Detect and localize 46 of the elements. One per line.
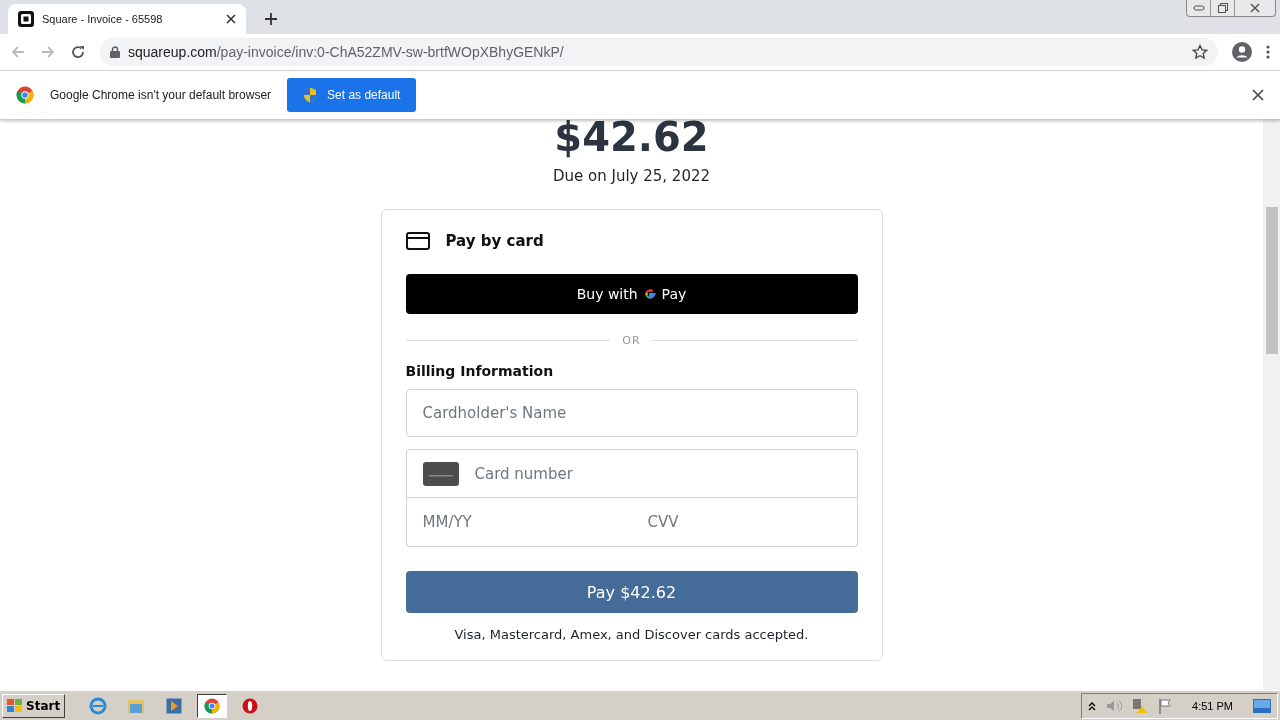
cardholder-name-field[interactable]: Cardholder's Name <box>405 389 858 437</box>
pay-button[interactable]: Pay $42.62 <box>405 571 858 613</box>
reload-icon[interactable] <box>70 44 86 60</box>
globe-icon <box>89 696 108 715</box>
google-logo-icon <box>642 287 657 301</box>
new-tab-icon[interactable] <box>264 12 278 26</box>
opera-icon <box>242 697 259 714</box>
shield-icon <box>303 87 318 103</box>
url-text: squareup.com/pay-invoice/inv:0-ChA52ZMV-sw-brtfWOpXBhyGENkP/ <box>128 44 565 60</box>
infobar-message: Google Chrome isn't your default browser <box>50 88 272 102</box>
desktop-icon[interactable] <box>1253 698 1271 713</box>
clock: 4:51 PM <box>1192 699 1233 712</box>
close-icon[interactable] <box>1252 89 1264 101</box>
card-title: Pay by card <box>445 232 544 250</box>
due-date: Due on July 25, 2022 <box>552 167 710 185</box>
account-icon[interactable] <box>1232 42 1252 62</box>
chrome-icon <box>16 86 34 104</box>
flag-icon[interactable] <box>1158 697 1173 714</box>
menu-icon[interactable] <box>1266 44 1270 60</box>
chrome-icon <box>204 697 221 714</box>
divider-label: OR <box>622 334 641 347</box>
invoice-amount: $42.62 <box>554 119 709 161</box>
folder-icon <box>127 697 146 714</box>
credit-card-icon <box>422 461 459 486</box>
play-icon <box>166 697 183 714</box>
address-bar[interactable]: squareup.com/pay-invoice/inv:0-ChA52ZMV-sw-brtfWOpXBhyGENkP/ <box>100 38 1218 66</box>
network-warning-icon[interactable] <box>1132 697 1149 714</box>
start-button[interactable]: Start <box>2 693 66 718</box>
square-logo-icon <box>18 11 34 27</box>
google-pay-button[interactable]: Buy with Pay <box>405 274 858 314</box>
scrollbar[interactable] <box>1263 119 1280 690</box>
star-icon[interactable] <box>1192 44 1208 60</box>
chevron-up-icon[interactable] <box>1088 700 1097 711</box>
close-tab-icon[interactable] <box>226 14 236 24</box>
tab-title: Square - Invoice - 65598 <box>42 13 164 25</box>
expiry-field[interactable]: MM/YY <box>405 498 632 547</box>
lock-icon <box>110 46 120 58</box>
browser-tab[interactable]: Square - Invoice - 65598 <box>8 4 246 34</box>
cvv-field[interactable]: CVV <box>631 498 858 547</box>
credit-card-icon <box>405 232 430 250</box>
accepted-cards-note: Visa, Mastercard, Amex, and Discover cards accepted. <box>453 627 810 642</box>
set-default-button[interactable]: Set as default <box>287 78 417 112</box>
card-number-field[interactable]: Card number <box>405 449 858 498</box>
billing-heading: Billing Information <box>405 363 555 379</box>
windows-logo-icon <box>7 698 23 713</box>
taskbar-app[interactable] <box>197 693 228 718</box>
